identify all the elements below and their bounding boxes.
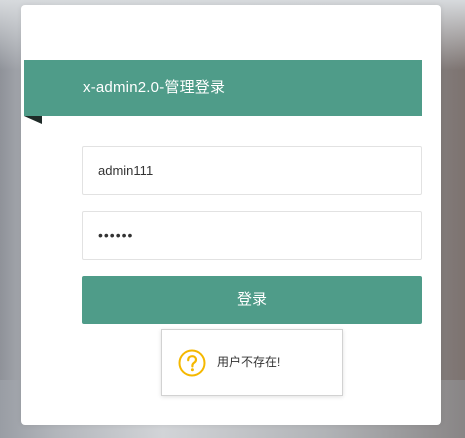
login-card: x-admin2.0-管理登录 admin111 •••••• 登录 用户不存在… bbox=[21, 5, 441, 425]
username-input[interactable]: admin111 bbox=[82, 146, 422, 195]
error-toast: 用户不存在! bbox=[161, 329, 343, 396]
toast-message: 用户不存在! bbox=[217, 355, 281, 369]
question-circle-icon bbox=[178, 349, 206, 377]
login-button[interactable]: 登录 bbox=[82, 276, 422, 324]
login-title: x-admin2.0-管理登录 bbox=[83, 79, 226, 96]
banner-fold-corner bbox=[24, 116, 42, 124]
password-input[interactable]: •••••• bbox=[82, 211, 422, 260]
login-title-banner: x-admin2.0-管理登录 bbox=[24, 60, 422, 116]
